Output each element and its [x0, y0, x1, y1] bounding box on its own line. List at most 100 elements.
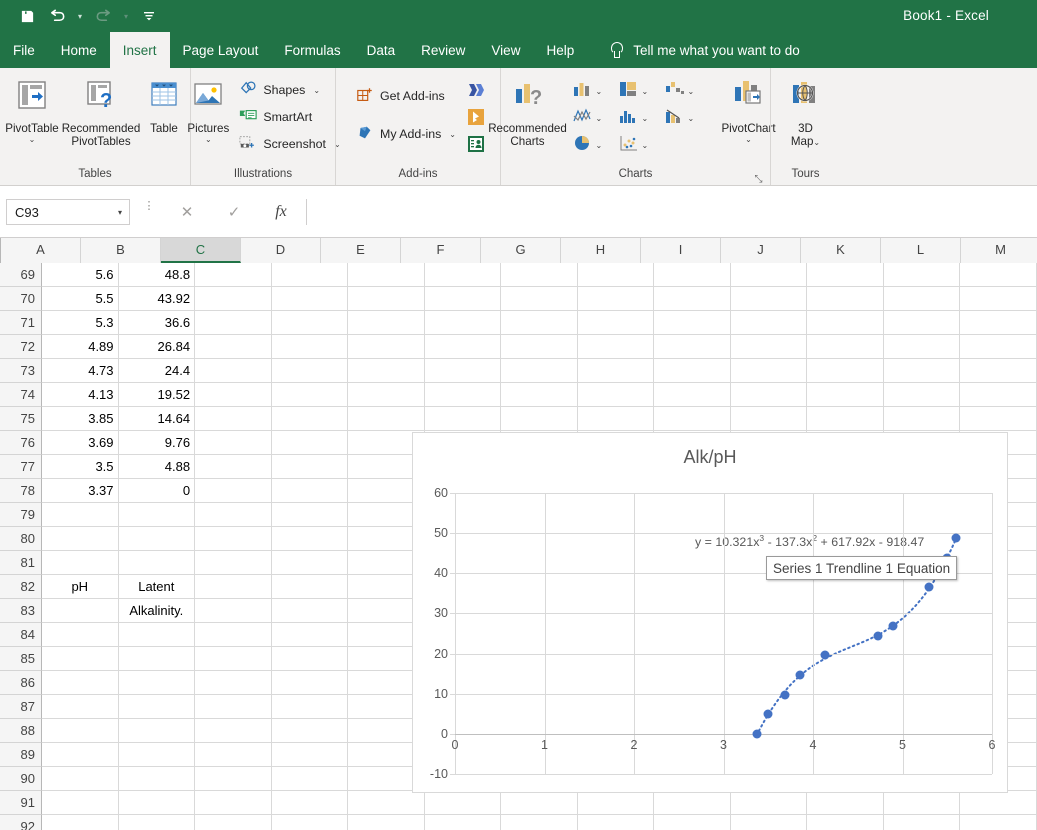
cell-D77[interactable] — [271, 455, 349, 479]
smartart-button[interactable]: SmartArt — [237, 105, 346, 129]
column-header-h[interactable]: H — [561, 238, 641, 263]
cell-C78[interactable] — [195, 479, 272, 503]
row-header-85[interactable]: 85 — [0, 647, 42, 671]
cell-D72[interactable] — [271, 335, 349, 359]
cell-D80[interactable] — [271, 527, 349, 551]
cell-C69[interactable] — [195, 263, 272, 287]
data-point[interactable] — [951, 533, 961, 543]
cell-D73[interactable] — [271, 359, 349, 383]
save-icon[interactable] — [14, 3, 40, 29]
cell-J75[interactable] — [730, 407, 808, 431]
cell-C87[interactable] — [195, 695, 272, 719]
cell-A71[interactable]: 5.3 — [42, 311, 119, 335]
column-header-l[interactable]: L — [881, 238, 961, 263]
formula-bar-grip[interactable]: ⋮ — [142, 201, 156, 221]
cell-A92[interactable] — [42, 815, 119, 830]
3d-map-button[interactable]: 3D Map⌄ — [772, 72, 840, 148]
row-header-80[interactable]: 80 — [0, 527, 42, 551]
cell-B89[interactable] — [118, 743, 196, 767]
cell-C82[interactable] — [195, 575, 272, 599]
trendline-equation[interactable]: y = 10.321x3 - 137.3x2 + 617.92x - 918.4… — [695, 533, 924, 549]
tab-insert[interactable]: Insert — [109, 32, 170, 68]
data-point[interactable] — [873, 631, 883, 641]
cell-L73[interactable] — [883, 359, 961, 383]
get-addins-button[interactable]: Get Add-ins — [354, 84, 462, 108]
cell-D76[interactable] — [271, 431, 349, 455]
cell-G72[interactable] — [501, 335, 578, 359]
line-chart-caret[interactable]: ⌄ — [596, 114, 603, 123]
cell-C79[interactable] — [195, 503, 272, 527]
cell-A81[interactable] — [42, 551, 119, 575]
cell-D91[interactable] — [271, 791, 349, 815]
tell-me-box[interactable]: Tell me what you want to do — [587, 32, 800, 68]
column-header-a[interactable]: A — [1, 238, 81, 263]
cell-M72[interactable] — [960, 335, 1037, 359]
cell-D86[interactable] — [271, 671, 349, 695]
row-header-72[interactable]: 72 — [0, 335, 42, 359]
cell-B88[interactable] — [118, 719, 196, 743]
cell-H72[interactable] — [577, 335, 655, 359]
cell-D70[interactable] — [271, 287, 349, 311]
cell-K70[interactable] — [807, 287, 884, 311]
pie-chart-caret[interactable]: ⌄ — [596, 141, 603, 150]
cell-M91[interactable] — [960, 791, 1037, 815]
cell-B91[interactable] — [118, 791, 196, 815]
tab-help[interactable]: Help — [533, 32, 587, 68]
tab-review[interactable]: Review — [408, 32, 478, 68]
cell-A80[interactable] — [42, 527, 119, 551]
hierarchy-chart-button[interactable]: ⌄ — [618, 78, 664, 104]
screenshot-button[interactable]: Screenshot ⌄ — [237, 132, 346, 156]
cell-B73[interactable]: 24.4 — [118, 359, 196, 383]
cell-F70[interactable] — [424, 287, 502, 311]
pictures-button[interactable]: Pictures ⌄ — [179, 72, 237, 144]
row-header-69[interactable]: 69 — [0, 263, 42, 287]
undo-icon[interactable] — [44, 3, 70, 29]
recommended-charts-button[interactable]: ? Recommended Charts — [484, 72, 572, 148]
cell-A77[interactable]: 3.5 — [42, 455, 119, 479]
cell-C84[interactable] — [195, 623, 272, 647]
combo-chart-caret[interactable]: ⌄ — [688, 114, 695, 123]
cell-B82[interactable]: Latent — [118, 575, 196, 599]
statistic-chart-caret[interactable]: ⌄ — [642, 114, 649, 123]
3d-map-caret[interactable]: ⌄ — [813, 138, 820, 147]
cell-L91[interactable] — [883, 791, 961, 815]
cell-H69[interactable] — [577, 263, 655, 287]
cell-G74[interactable] — [501, 383, 578, 407]
cell-A89[interactable] — [42, 743, 119, 767]
combo-chart-button[interactable]: ⌄ — [664, 105, 710, 131]
column-header-k[interactable]: K — [801, 238, 881, 263]
tab-home[interactable]: Home — [48, 32, 110, 68]
cell-D85[interactable] — [271, 647, 349, 671]
cell-G69[interactable] — [501, 263, 578, 287]
my-addins-caret[interactable]: ⌄ — [449, 130, 456, 139]
cell-L92[interactable] — [884, 815, 961, 830]
cell-J70[interactable] — [730, 287, 808, 311]
cell-H91[interactable] — [577, 791, 655, 815]
cell-J69[interactable] — [730, 263, 808, 287]
cell-D92[interactable] — [272, 815, 349, 830]
charts-dialog-launcher-icon[interactable]: ⤡ — [753, 173, 764, 185]
pivottable-button[interactable]: PivotTable ⌄ — [0, 72, 64, 144]
customize-qat-icon[interactable] — [136, 3, 162, 29]
statistic-chart-button[interactable]: ⌄ — [618, 105, 664, 131]
cell-D90[interactable] — [271, 767, 349, 791]
cell-F75[interactable] — [424, 407, 502, 431]
cell-B76[interactable]: 9.76 — [118, 431, 196, 455]
cell-D75[interactable] — [271, 407, 349, 431]
cell-M75[interactable] — [960, 407, 1037, 431]
cell-B86[interactable] — [118, 671, 196, 695]
cell-K92[interactable] — [807, 815, 884, 830]
cell-B79[interactable] — [118, 503, 196, 527]
cell-G92[interactable] — [501, 815, 578, 830]
cell-A83[interactable] — [42, 599, 119, 623]
cell-K71[interactable] — [807, 311, 884, 335]
pictures-caret[interactable]: ⌄ — [205, 135, 212, 144]
cell-A74[interactable]: 4.13 — [42, 383, 119, 407]
cell-B92[interactable] — [119, 815, 196, 830]
cell-K69[interactable] — [807, 263, 884, 287]
cell-M70[interactable] — [960, 287, 1037, 311]
data-point[interactable] — [924, 582, 934, 592]
row-header-87[interactable]: 87 — [0, 695, 42, 719]
cell-K75[interactable] — [807, 407, 884, 431]
cell-D71[interactable] — [271, 311, 349, 335]
